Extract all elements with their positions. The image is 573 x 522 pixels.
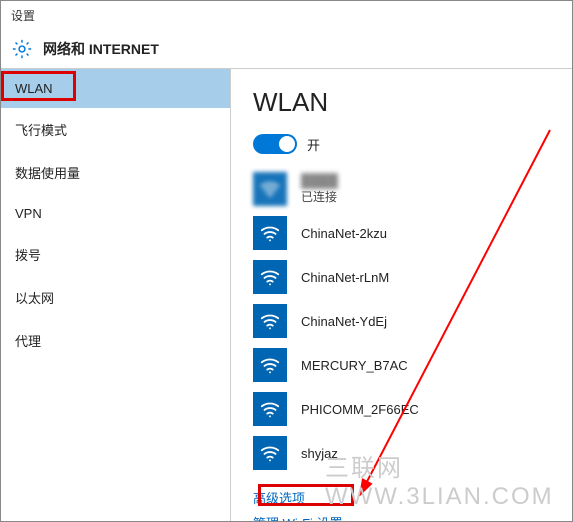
wlan-toggle[interactable]: [253, 134, 297, 154]
sidebar-item-label: 飞行模式: [15, 123, 67, 138]
sidebar-item-airplane[interactable]: 飞行模式: [1, 108, 230, 151]
wlan-toggle-row: 开: [253, 134, 572, 154]
category-title: 网络和 INTERNET: [43, 39, 159, 59]
manage-wifi-link[interactable]: 管理 Wi-Fi 设置: [253, 513, 572, 521]
network-info: MERCURY_B7AC: [301, 358, 408, 373]
title-bar: 设置: [1, 1, 572, 29]
sidebar-item-data-usage[interactable]: 数据使用量: [1, 151, 230, 194]
wifi-icon: [253, 260, 287, 294]
network-info: ChinaNet-rLnM: [301, 270, 389, 285]
network-name: ████: [301, 173, 338, 188]
sidebar-item-label: VPN: [15, 206, 42, 221]
network-status: 已连接: [301, 188, 338, 205]
network-name: shyjaz: [301, 446, 338, 461]
network-info: shyjaz: [301, 446, 338, 461]
category-header: 网络和 INTERNET: [1, 29, 572, 69]
gear-icon: [11, 38, 33, 60]
wifi-icon: [253, 436, 287, 470]
sidebar-item-label: WLAN: [15, 81, 53, 96]
network-name: ChinaNet-rLnM: [301, 270, 389, 285]
wifi-icon: [253, 392, 287, 426]
sidebar-item-dialup[interactable]: 拨号: [1, 233, 230, 276]
sidebar-item-ethernet[interactable]: 以太网: [1, 276, 230, 319]
wlan-links: 高级选项 管理 Wi-Fi 设置: [253, 488, 572, 521]
settings-window: 设置 网络和 INTERNET WLAN 飞行模式 数据使用量 VPN 拨号 以…: [0, 0, 573, 522]
network-item[interactable]: shyjaz: [253, 436, 572, 470]
main-panel: WLAN 开 ████ 已连接 ChinaNet-2kzu: [231, 69, 572, 521]
network-item[interactable]: ████ 已连接: [253, 172, 572, 206]
network-list: ████ 已连接 ChinaNet-2kzu ChinaNet-rLnM Chi…: [253, 172, 572, 470]
window-title: 设置: [11, 7, 35, 24]
wifi-icon: [253, 304, 287, 338]
network-info: PHICOMM_2F66EC: [301, 402, 419, 417]
network-name: ChinaNet-2kzu: [301, 226, 387, 241]
network-item[interactable]: MERCURY_B7AC: [253, 348, 572, 382]
sidebar-item-label: 以太网: [15, 291, 54, 306]
sidebar-item-vpn[interactable]: VPN: [1, 194, 230, 233]
network-item[interactable]: ChinaNet-2kzu: [253, 216, 572, 250]
toggle-knob: [279, 136, 295, 152]
page-title: WLAN: [253, 87, 572, 118]
network-info: ChinaNet-2kzu: [301, 226, 387, 241]
network-item[interactable]: ChinaNet-YdEj: [253, 304, 572, 338]
wifi-icon: [253, 216, 287, 250]
sidebar-item-label: 代理: [15, 334, 41, 349]
network-info: ████ 已连接: [301, 173, 338, 205]
network-info: ChinaNet-YdEj: [301, 314, 387, 329]
sidebar: WLAN 飞行模式 数据使用量 VPN 拨号 以太网 代理: [1, 69, 231, 521]
network-name: MERCURY_B7AC: [301, 358, 408, 373]
network-item[interactable]: PHICOMM_2F66EC: [253, 392, 572, 426]
sidebar-item-label: 数据使用量: [15, 166, 80, 181]
advanced-options-link[interactable]: 高级选项: [253, 488, 572, 507]
wifi-icon: [253, 172, 287, 206]
sidebar-item-wlan[interactable]: WLAN: [1, 69, 230, 108]
sidebar-item-label: 拨号: [15, 248, 41, 263]
network-name: ChinaNet-YdEj: [301, 314, 387, 329]
network-item[interactable]: ChinaNet-rLnM: [253, 260, 572, 294]
body: WLAN 飞行模式 数据使用量 VPN 拨号 以太网 代理 WLAN 开 ███…: [1, 69, 572, 521]
wifi-icon: [253, 348, 287, 382]
sidebar-item-proxy[interactable]: 代理: [1, 319, 230, 362]
wlan-toggle-label: 开: [307, 135, 320, 154]
network-name: PHICOMM_2F66EC: [301, 402, 419, 417]
